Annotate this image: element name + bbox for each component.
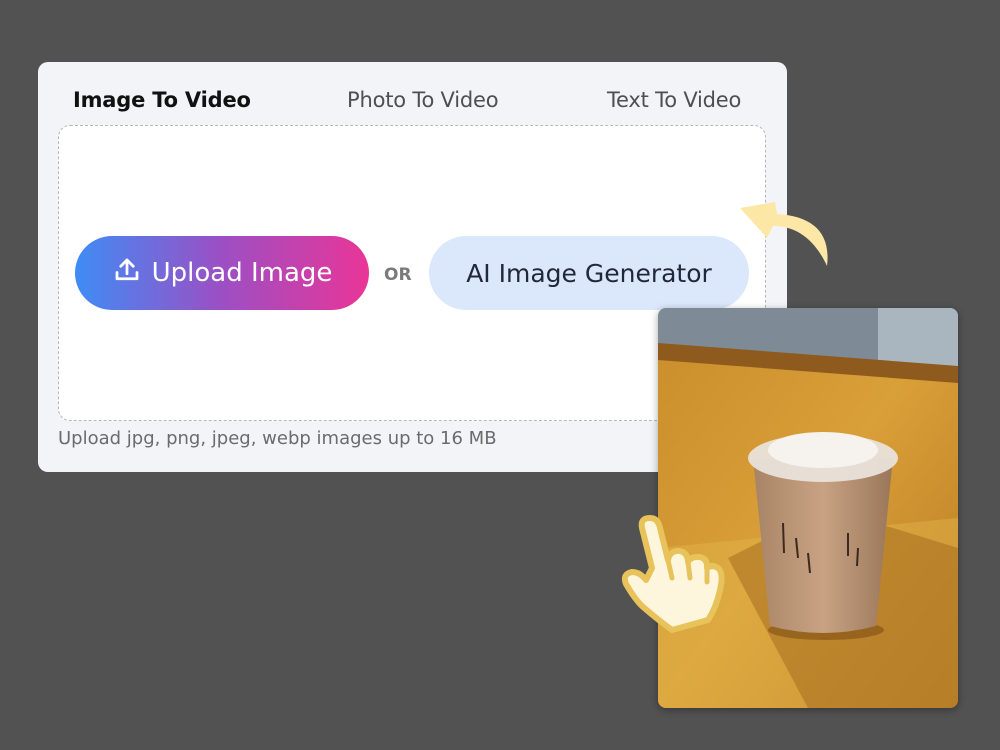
tab-text-to-video[interactable]: Text To Video <box>607 88 741 112</box>
upload-image-button[interactable]: Upload Image <box>75 236 369 310</box>
curved-arrow-icon <box>740 202 828 266</box>
upload-hint: Upload jpg, png, jpeg, webp images up to… <box>58 428 497 449</box>
tab-photo-to-video[interactable]: Photo To Video <box>347 88 499 112</box>
pointing-hand-icon <box>621 515 725 633</box>
ai-image-generator-button[interactable]: AI Image Generator <box>429 236 749 310</box>
or-separator: OR <box>384 265 412 285</box>
tab-image-to-video[interactable]: Image To Video <box>73 88 251 112</box>
iced-coffee-photo <box>658 308 958 708</box>
upload-image-label: Upload Image <box>151 258 333 288</box>
upload-icon <box>112 255 142 292</box>
